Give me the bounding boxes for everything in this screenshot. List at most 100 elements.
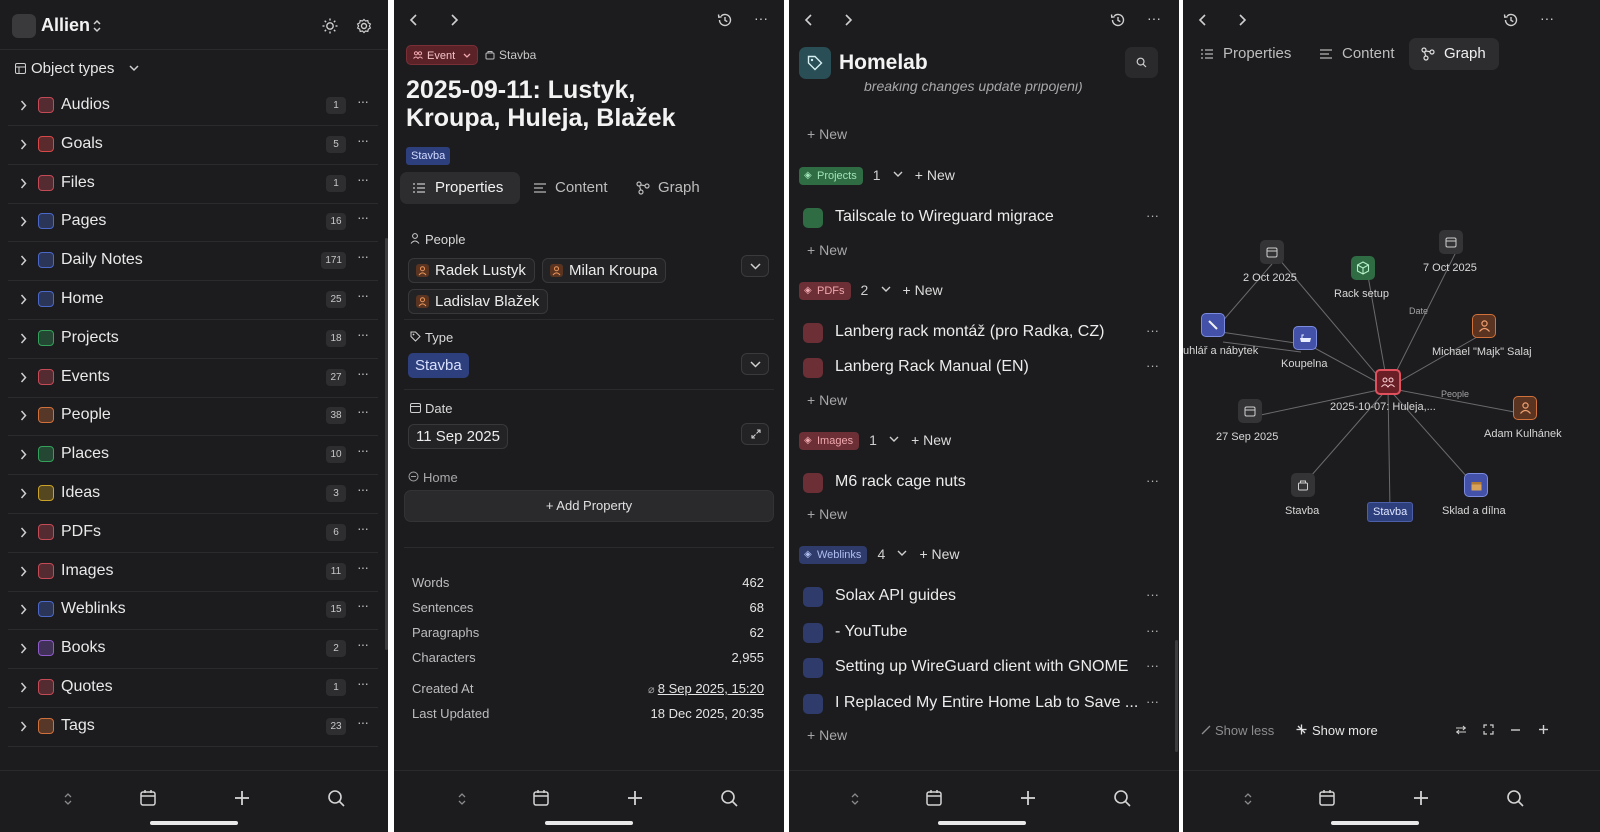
chevron-right-icon[interactable] <box>20 449 27 460</box>
tag-chip[interactable]: Stavba <box>406 147 451 165</box>
search-icon[interactable] <box>326 788 348 810</box>
add-new-row[interactable]: + New <box>807 242 847 258</box>
sort-icon[interactable] <box>62 788 84 810</box>
plus-icon[interactable] <box>1018 788 1040 810</box>
chevron-down-icon[interactable] <box>129 64 139 72</box>
plus-icon[interactable] <box>625 788 647 810</box>
object-type-row[interactable]: Quotes 1 ··· <box>8 669 378 708</box>
search-button[interactable] <box>1125 47 1158 78</box>
chevron-right-icon[interactable] <box>20 333 27 344</box>
people-dropdown-button[interactable] <box>741 255 769 277</box>
search-icon[interactable] <box>1112 788 1134 810</box>
chevron-right-icon[interactable] <box>20 410 27 421</box>
chevron-right-icon[interactable] <box>20 255 27 266</box>
graph-node-home[interactable] <box>1201 313 1225 337</box>
calendar-icon[interactable] <box>138 788 160 810</box>
search-icon[interactable] <box>1505 788 1527 810</box>
calendar-icon[interactable] <box>924 788 946 810</box>
list-item[interactable]: Setting up WireGuard client with GNOME ··… <box>803 654 1159 684</box>
more-options-icon[interactable]: ··· <box>357 326 369 342</box>
sort-icon[interactable] <box>849 788 871 810</box>
calendar-icon[interactable] <box>1317 788 1339 810</box>
section-tag[interactable]: ◈ Weblinks <box>799 546 868 564</box>
add-new-row[interactable]: + New <box>807 126 847 142</box>
more-options-icon[interactable]: ··· <box>357 597 369 613</box>
date-value-field[interactable]: 11 Sep 2025 <box>408 424 508 449</box>
list-item[interactable]: Lanberg rack montáž (pro Radka, CZ) ··· <box>803 319 1159 349</box>
more-options-icon[interactable]: ··· <box>357 675 369 691</box>
chevron-right-icon[interactable] <box>20 488 27 499</box>
chevron-right-icon[interactable] <box>20 721 27 732</box>
filter-icon[interactable] <box>1455 725 1467 735</box>
more-options-icon[interactable]: ··· <box>357 132 369 148</box>
object-type-row[interactable]: Weblinks 15 ··· <box>8 591 378 631</box>
section-new-button[interactable]: + New <box>919 546 959 562</box>
section-tag[interactable]: ◈ PDFs <box>799 281 851 300</box>
more-options-icon[interactable]: ··· <box>357 209 369 225</box>
history-icon[interactable] <box>1110 12 1126 28</box>
chevron-down-icon[interactable] <box>897 550 907 557</box>
search-icon[interactable] <box>719 788 741 810</box>
more-options-icon[interactable]: ··· <box>1146 694 1159 709</box>
sort-icon[interactable] <box>456 788 478 810</box>
graph-node-current-event[interactable] <box>1375 369 1401 395</box>
more-options-icon[interactable]: ··· <box>1146 208 1159 223</box>
forward-arrow-icon[interactable] <box>448 13 460 27</box>
chevron-right-icon[interactable] <box>20 566 27 577</box>
object-type-row[interactable]: Files 1 ··· <box>8 165 378 204</box>
tab-graph[interactable]: Graph <box>632 172 712 204</box>
add-property-button[interactable]: + Add Property <box>404 490 774 522</box>
more-options-icon[interactable]: ··· <box>1146 658 1159 673</box>
object-type-row[interactable]: Places 10 ··· <box>8 436 378 476</box>
list-item[interactable]: Solax API guides ··· <box>803 583 1159 613</box>
more-options-icon[interactable]: ··· <box>1146 473 1159 488</box>
chevron-down-icon[interactable] <box>893 171 903 178</box>
type-badge[interactable]: Event <box>406 45 479 65</box>
type-dropdown-button[interactable] <box>741 353 769 375</box>
graph-node-place[interactable] <box>1464 473 1488 497</box>
object-type-row[interactable]: Images 11 ··· <box>8 553 378 592</box>
graph-node-calendar[interactable] <box>1260 240 1284 264</box>
fullscreen-icon[interactable] <box>1483 724 1494 735</box>
zoom-in-icon[interactable] <box>1538 724 1549 735</box>
more-options-icon[interactable]: ··· <box>357 559 369 575</box>
more-options-icon[interactable]: ··· <box>357 403 369 419</box>
chevron-right-icon[interactable] <box>20 178 27 189</box>
chevron-right-icon[interactable] <box>20 527 27 538</box>
more-options-icon[interactable]: ··· <box>1146 323 1159 338</box>
more-options-icon[interactable]: ··· <box>1146 358 1159 373</box>
plus-icon[interactable] <box>232 788 254 810</box>
more-options-icon[interactable]: ··· <box>357 171 369 187</box>
object-type-row[interactable]: Projects 18 ··· <box>8 320 378 359</box>
show-less-button[interactable]: Show less <box>1215 723 1274 738</box>
chevron-right-icon[interactable] <box>20 643 27 654</box>
object-type-row[interactable]: Books 2 ··· <box>8 630 378 670</box>
section-tag[interactable]: ◈ Projects <box>799 167 863 185</box>
more-options-icon[interactable]: ··· <box>357 481 369 497</box>
person-chip[interactable]: Radek Lustyk <box>408 258 535 283</box>
tab-properties[interactable]: Properties <box>400 172 520 204</box>
section-new-button[interactable]: + New <box>911 432 951 448</box>
forward-arrow-icon[interactable] <box>842 13 854 27</box>
page-title-line1[interactable]: 2025-09-11: Lustyk, <box>406 76 635 105</box>
more-options-icon[interactable]: ··· <box>754 10 768 26</box>
graph-node-set[interactable] <box>1291 473 1315 497</box>
object-type-row[interactable]: Audios 1 ··· <box>8 87 378 126</box>
object-type-row[interactable]: Goals 5 ··· <box>8 126 378 165</box>
list-item[interactable]: M6 rack cage nuts ··· <box>803 469 1159 499</box>
graph-node-calendar[interactable] <box>1238 399 1262 423</box>
chevron-right-icon[interactable] <box>20 216 27 227</box>
chevron-right-icon[interactable] <box>20 372 27 383</box>
object-type-row[interactable]: Pages 16 ··· <box>8 203 378 243</box>
chevron-updown-icon[interactable] <box>92 18 102 34</box>
section-tag[interactable]: ◈ Images <box>799 431 860 450</box>
more-options-icon[interactable]: ··· <box>1147 10 1161 26</box>
chevron-right-icon[interactable] <box>20 139 27 150</box>
back-arrow-icon[interactable] <box>408 13 420 27</box>
more-options-icon[interactable]: ··· <box>1146 623 1159 638</box>
person-chip[interactable]: Ladislav Blažek <box>408 289 549 314</box>
section-new-button[interactable]: + New <box>903 282 943 298</box>
more-options-icon[interactable]: ··· <box>357 714 369 730</box>
scrollbar[interactable] <box>385 238 388 650</box>
page-title-line2[interactable]: Kroupa, Huleja, Blažek <box>406 104 676 133</box>
